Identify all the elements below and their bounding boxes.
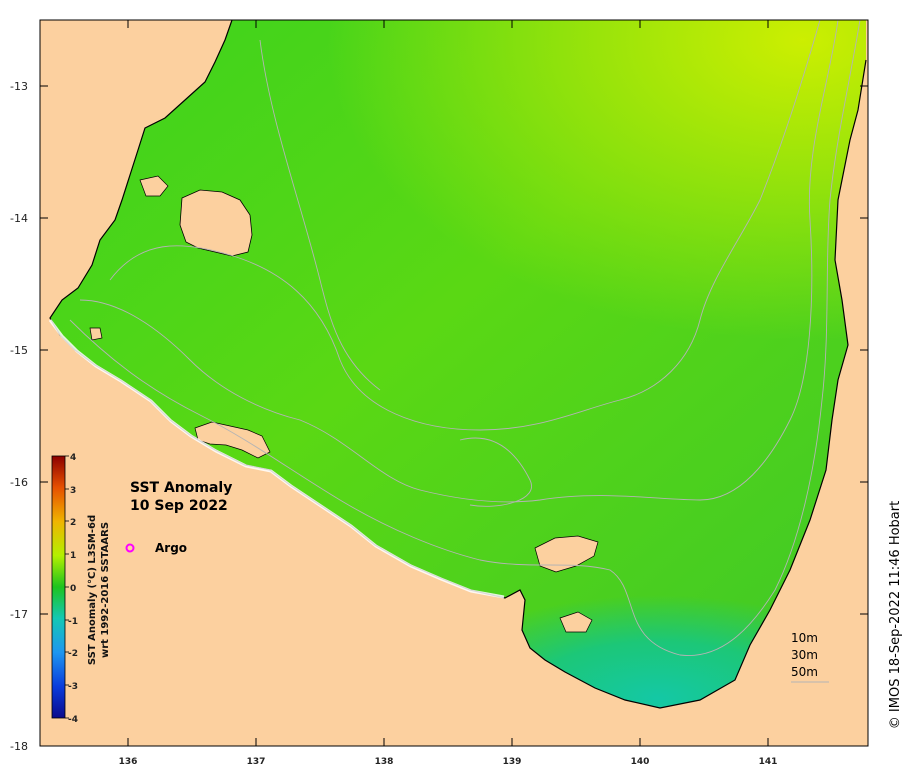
island-west-small — [89, 327, 103, 341]
lat-tick-label: -15 — [10, 344, 28, 357]
lat-tick-label: -16 — [10, 476, 28, 489]
imos-credit: © IMOS 18-Sep-2022 11:46 Hobart — [888, 501, 903, 729]
colorbar-tick: -2 — [68, 649, 78, 659]
lat-tick-label: -14 — [10, 212, 28, 225]
colorbar-tick: 1 — [70, 551, 76, 561]
colorbar-tick: 0 — [70, 584, 76, 594]
lon-tick-label: 139 — [503, 757, 522, 767]
colorbar-tick: -1 — [68, 617, 78, 627]
lon-tick-label: 136 — [119, 757, 138, 767]
colorbar-tick: -3 — [68, 682, 78, 692]
colorbar-scale — [51, 455, 66, 719]
colorbar-tick: -4 — [68, 715, 78, 725]
lon-tick-label: 138 — [375, 757, 394, 767]
colorbar-tick: 3 — [70, 486, 76, 496]
sst-anomaly-map: -13 -14 -15 -16 -17 -18 136 137 138 139 … — [10, 19, 903, 767]
argo-legend-label: Argo — [155, 541, 187, 555]
colorbar-tick: 4 — [70, 453, 76, 463]
lon-tick-label: 140 — [631, 757, 650, 767]
lon-tick-label: 137 — [247, 757, 266, 767]
depth-label-10m: 10m — [791, 631, 818, 645]
lat-tick-label: -17 — [10, 608, 28, 621]
lat-tick-label: -18 — [10, 740, 28, 753]
depth-label-30m: 30m — [791, 648, 818, 662]
colorbar-tick: 2 — [70, 518, 76, 528]
lat-tick-label: -13 — [10, 80, 28, 93]
depth-label-50m: 50m — [791, 665, 818, 679]
lon-tick-label: 141 — [759, 757, 778, 767]
map-title: SST Anomaly — [130, 480, 232, 496]
colorbar-label: SST Anomaly (°C) L3SM-6d — [87, 515, 98, 665]
map-date: 10 Sep 2022 — [130, 498, 228, 514]
colorbar-sublabel: wrt 1992-2016 SSTAARS — [100, 522, 111, 658]
